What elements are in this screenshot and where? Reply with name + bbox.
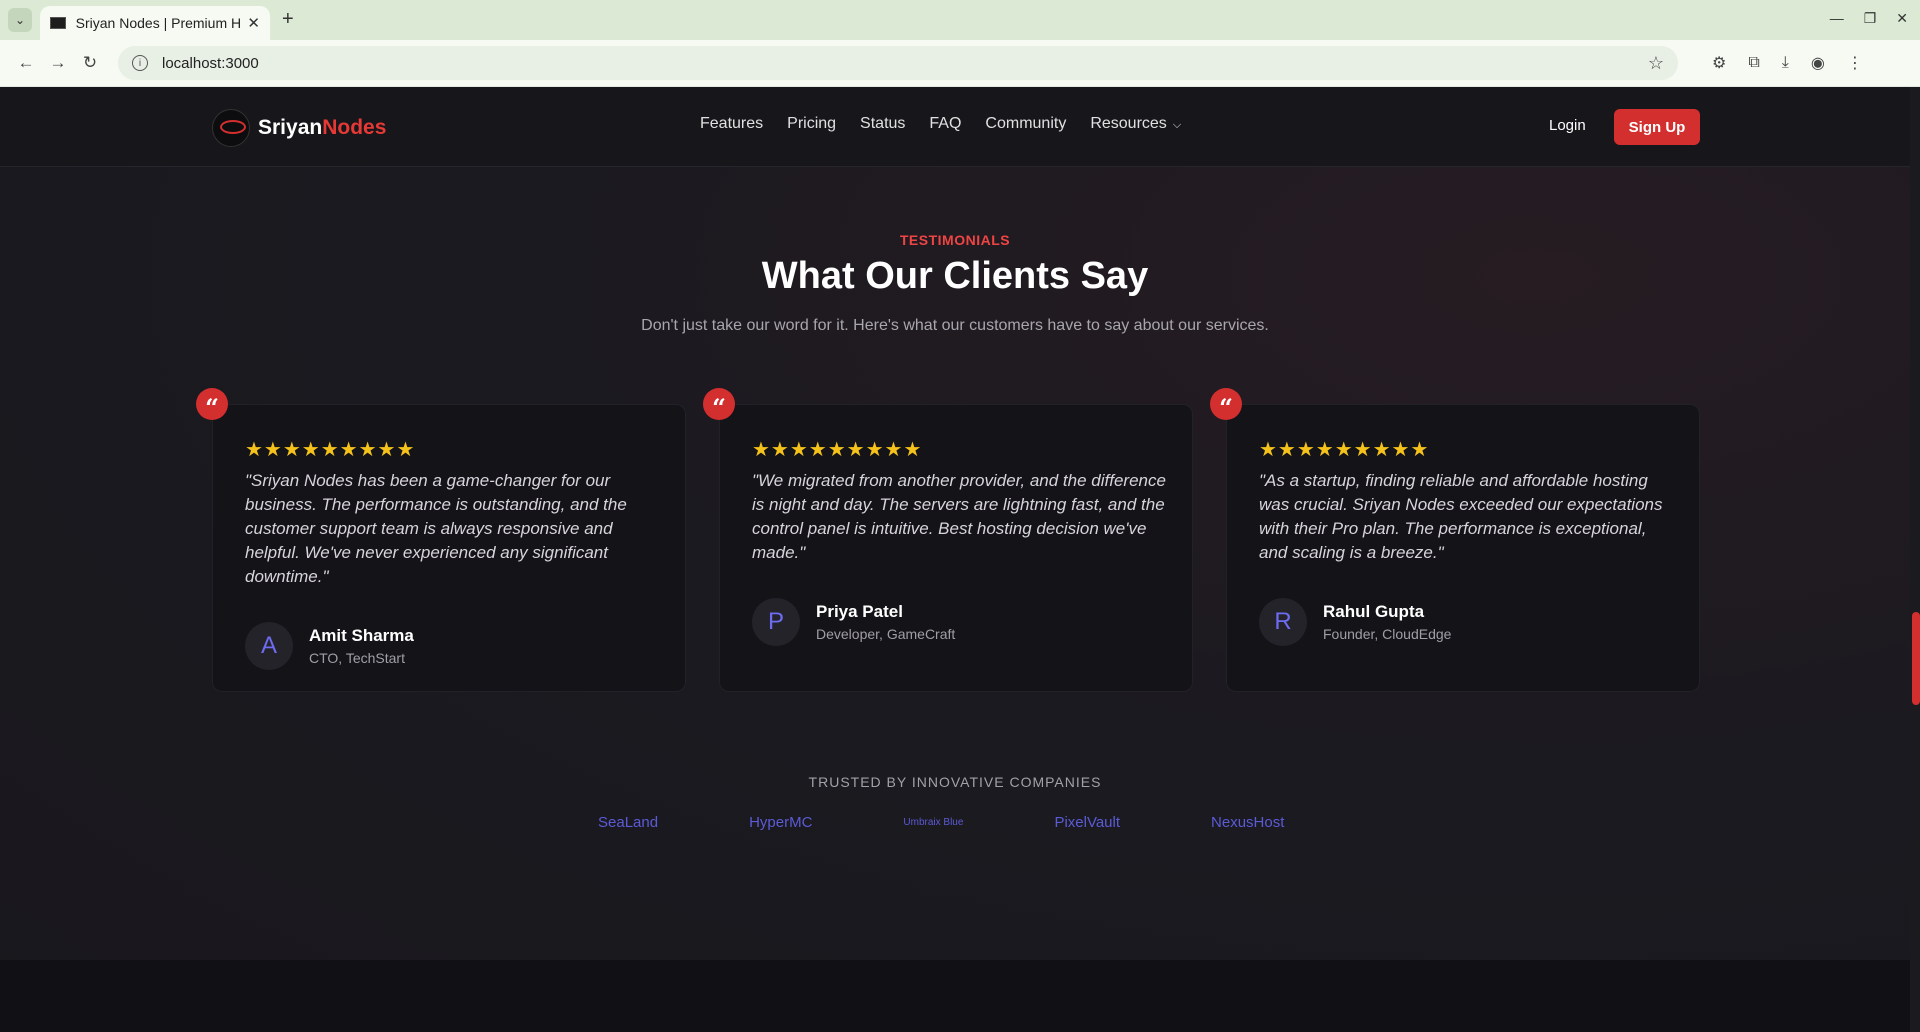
back-arrow-icon[interactable]: ← xyxy=(10,53,42,73)
nav-features[interactable]: Features xyxy=(700,115,763,133)
web-page: SriyanNodes Features Pricing Status FAQ … xyxy=(0,87,1920,1032)
testimonial-author: R Rahul Gupta Founder, CloudEdge xyxy=(1259,598,1451,646)
url-text: localhost:3000 xyxy=(162,54,259,72)
quote-icon: “ xyxy=(703,388,735,420)
page-scrollbar[interactable] xyxy=(1910,87,1920,1032)
browser-tab-bar: ⌄ Sriyan Nodes | Premium Hosting ✕ + — ❐… xyxy=(0,0,1920,40)
section-heading: What Our Clients Say xyxy=(761,255,1149,297)
close-icon[interactable]: ✕ xyxy=(247,14,260,32)
company-logo: Umbraix Blue xyxy=(903,817,964,828)
quote-icon: “ xyxy=(1210,388,1242,420)
kebab-menu-icon[interactable]: ⋮ xyxy=(1847,53,1863,73)
author-name: Rahul Gupta xyxy=(1323,602,1425,621)
trusted-label: TRUSTED BY INNOVATIVE COMPANIES xyxy=(808,774,1102,790)
company-logo: PixelVault xyxy=(1054,814,1121,831)
restore-icon[interactable]: ❐ xyxy=(1864,10,1877,27)
testimonial-card: “ ★★★★★★★★★ "As a startup, finding relia… xyxy=(1210,388,1700,692)
section-eyebrow: TESTIMONIALS xyxy=(899,232,1011,248)
reload-icon[interactable]: ↻ xyxy=(74,53,106,73)
nav-community[interactable]: Community xyxy=(985,115,1066,133)
tab-title: Sriyan Nodes | Premium Hosting xyxy=(75,15,242,31)
company-logos: SeaLand HyperMC Umbraix Blue PixelVault … xyxy=(598,814,1375,831)
footer-band xyxy=(0,960,1910,1032)
nav-status[interactable]: Status xyxy=(860,115,905,133)
rating-stars: ★★★★★★★★★ xyxy=(245,439,416,461)
extension-icons: ⚙ ⧉ ⤓ ◉ ⋮ xyxy=(1712,53,1863,73)
author-role: CTO, TechStart xyxy=(309,650,405,666)
extension-icon[interactable]: ⚙ xyxy=(1712,53,1726,73)
testimonial-author: A Amit Sharma CTO, TechStart xyxy=(245,622,414,670)
author-role: Founder, CloudEdge xyxy=(1323,626,1452,642)
browser-tab[interactable]: Sriyan Nodes | Premium Hosting ✕ xyxy=(40,6,270,40)
quote-icon: “ xyxy=(196,388,228,420)
testimonial-card: “ ★★★★★★★★★ "We migrated from another pr… xyxy=(703,388,1193,692)
site-navbar: SriyanNodes Features Pricing Status FAQ … xyxy=(0,87,1920,167)
testimonial-quote: "We migrated from another provider, and … xyxy=(752,471,1166,562)
author-name: Priya Patel xyxy=(816,602,903,621)
nav-resources-label: Resources xyxy=(1090,115,1167,132)
company-logo: SeaLand xyxy=(598,814,659,831)
close-window-icon[interactable]: ✕ xyxy=(1896,10,1908,27)
author-role: Developer, GameCraft xyxy=(816,626,956,642)
company-logo: HyperMC xyxy=(749,814,813,831)
tab-search-chevron-icon[interactable]: ⌄ xyxy=(8,8,32,32)
brand-logo[interactable]: SriyanNodes xyxy=(212,109,386,147)
favicon-icon xyxy=(50,17,66,29)
signup-button[interactable]: Sign Up xyxy=(1614,109,1700,145)
rating-stars: ★★★★★★★★★ xyxy=(1259,439,1430,461)
forward-arrow-icon[interactable]: → xyxy=(42,53,74,73)
logo-infinity-icon xyxy=(212,109,250,147)
avatar: R xyxy=(1259,598,1307,646)
bookmark-star-icon[interactable]: ☆ xyxy=(1648,53,1664,74)
login-link[interactable]: Login xyxy=(1549,117,1586,134)
company-logo: NexusHost xyxy=(1211,814,1285,831)
download-icon[interactable]: ⤓ xyxy=(1782,54,1789,72)
nav-pricing[interactable]: Pricing xyxy=(787,115,836,133)
testimonial-author: P Priya Patel Developer, GameCraft xyxy=(752,598,955,646)
testimonial-card: “ ★★★★★★★★★ "Sriyan Nodes has been a gam… xyxy=(196,388,686,692)
browser-toolbar: ← → ↻ i localhost:3000 ☆ ⚙ ⧉ ⤓ ◉ ⋮ xyxy=(0,40,1920,87)
brand-name: SriyanNodes xyxy=(258,116,387,139)
chevron-down-icon: ⌵ xyxy=(1172,119,1182,131)
puzzle-icon[interactable]: ⧉ xyxy=(1748,54,1759,72)
nav-resources-dropdown[interactable]: Resources ⌵ xyxy=(1090,115,1181,133)
minimize-icon[interactable]: — xyxy=(1830,10,1844,27)
profile-icon[interactable]: ◉ xyxy=(1811,53,1825,73)
nav-links: Features Pricing Status FAQ Community Re… xyxy=(700,115,1181,133)
nav-faq[interactable]: FAQ xyxy=(929,115,961,133)
window-controls: — ❐ ✕ xyxy=(1830,10,1908,27)
testimonial-quote: "As a startup, finding reliable and affo… xyxy=(1259,471,1663,562)
avatar: A xyxy=(245,622,293,670)
rating-stars: ★★★★★★★★★ xyxy=(752,439,923,461)
scrollbar-thumb[interactable] xyxy=(1912,612,1920,705)
avatar: P xyxy=(752,598,800,646)
testimonial-quote: "Sriyan Nodes has been a game-changer fo… xyxy=(245,471,627,586)
new-tab-icon[interactable]: + xyxy=(282,8,294,31)
section-subheading: Don't just take our word for it. Here's … xyxy=(641,317,1269,334)
address-bar[interactable]: i localhost:3000 ☆ xyxy=(118,46,1678,80)
site-info-icon[interactable]: i xyxy=(132,55,148,71)
author-name: Amit Sharma xyxy=(309,626,414,645)
